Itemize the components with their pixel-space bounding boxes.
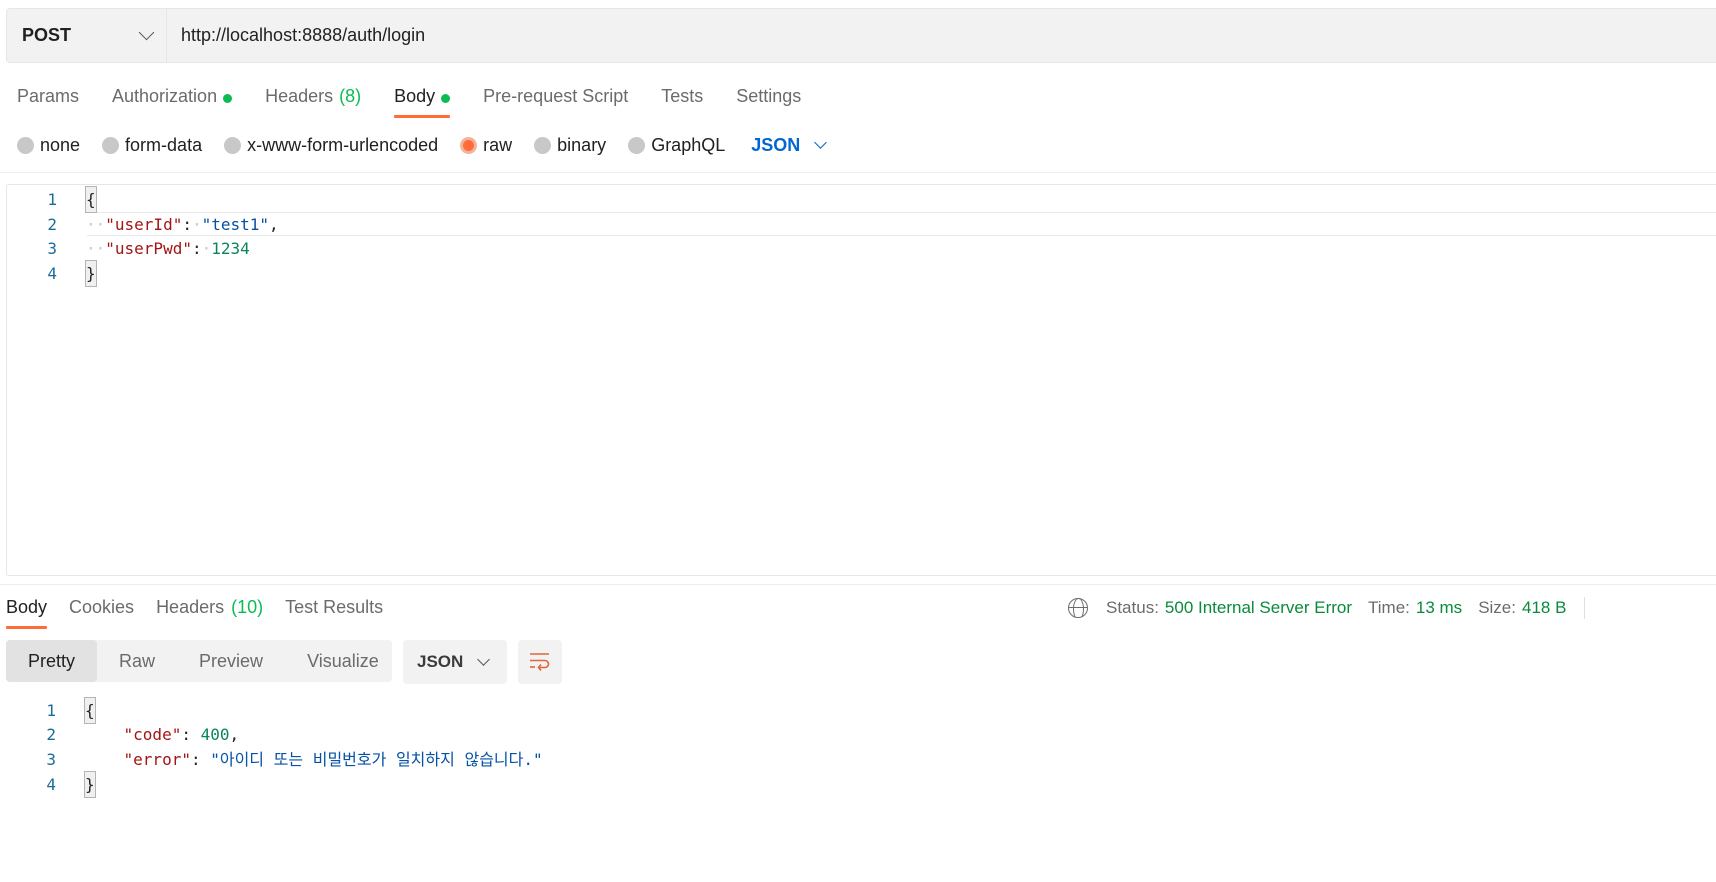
body-type-options: none form-data x-www-form-urlencoded raw… [17, 132, 828, 158]
url-input[interactable]: http://localhost:8888/auth/login [167, 9, 425, 62]
tab-label: Headers [156, 597, 225, 617]
radio-graphql[interactable]: GraphQL [628, 135, 725, 156]
active-line-highlight [87, 212, 1716, 236]
json-value: 400 [200, 725, 230, 744]
radio-label: form-data [125, 134, 203, 155]
radio-raw[interactable]: raw [460, 135, 512, 156]
tab-settings[interactable]: Settings [736, 84, 801, 118]
tab-params[interactable]: Params [17, 84, 79, 118]
radio-icon [628, 136, 646, 154]
json-value: "test1" [201, 215, 270, 234]
open-brace: { [84, 697, 96, 724]
radio-icon [17, 136, 34, 154]
wrap-lines-button[interactable] [518, 640, 562, 684]
status-label: Status: [1106, 598, 1159, 617]
tab-label: Cookies [69, 597, 135, 617]
headers-count: (10) [231, 597, 264, 617]
response-divider [0, 584, 1716, 585]
tab-label: Pre-request Script [483, 86, 629, 106]
response-body-viewer[interactable]: 1 2 3 4 { "code": 400, "error": "아이디 또는 … [6, 697, 1716, 882]
tab-headers[interactable]: Headers (8) [265, 84, 361, 118]
json-key: "userPwd" [105, 239, 192, 258]
tab-authorization[interactable]: Authorization [112, 84, 233, 118]
raw-language-select[interactable]: JSON [751, 134, 828, 156]
tab-test-results[interactable]: Test Results [285, 596, 383, 629]
format-label: JSON [417, 652, 464, 671]
status-value[interactable]: 500 Internal Server Error [1165, 598, 1352, 618]
view-visualize[interactable]: Visualize [285, 640, 401, 682]
tab-response-headers[interactable]: Headers (10) [156, 596, 263, 629]
tab-tests[interactable]: Tests [661, 84, 703, 118]
tab-label: Settings [736, 86, 802, 106]
radio-checked-icon [460, 136, 478, 154]
method-label: POST [22, 25, 72, 45]
tab-label: Test Results [285, 597, 384, 617]
response-tabs: Body Cookies Headers (10) Test Results [6, 596, 405, 629]
response-status-bar: Status: 500 Internal Server Error Time: … [1068, 597, 1586, 619]
line-number: 1 [46, 701, 56, 720]
chevron-down-icon [814, 136, 828, 149]
tab-body[interactable]: Body [394, 84, 451, 118]
radio-form-data[interactable]: form-data [102, 135, 202, 156]
radio-icon [534, 136, 552, 154]
divider [0, 172, 1716, 173]
status-dot-icon [441, 94, 451, 103]
globe-icon[interactable] [1068, 598, 1088, 618]
line-number: 2 [46, 725, 56, 744]
open-brace: { [85, 186, 97, 213]
line-number: 3 [47, 239, 57, 258]
line-number: 3 [46, 750, 56, 769]
json-key: "error" [123, 750, 191, 769]
view-mode-switch: Pretty Raw Preview Visualize [6, 640, 392, 682]
json-value: "아이디 또는 비밀번호가 일치하지 않습니다." [210, 750, 543, 769]
view-raw[interactable]: Raw [97, 640, 177, 682]
json-key: "userId" [105, 215, 183, 234]
time-label: Time: [1368, 598, 1410, 617]
line-number: 1 [47, 190, 57, 209]
close-brace: } [84, 771, 96, 798]
radio-binary[interactable]: binary [534, 135, 606, 156]
size-value[interactable]: 418 B [1522, 598, 1566, 618]
request-tabs: Params Authorization Headers (8) Body Pre… [17, 84, 834, 118]
wrap-lines-icon [530, 653, 550, 672]
view-preview[interactable]: Preview [177, 640, 285, 682]
size-label: Size: [1478, 598, 1516, 617]
radio-icon [102, 136, 120, 154]
tab-label: Body [394, 86, 436, 106]
time-value[interactable]: 13 ms [1416, 598, 1462, 618]
divider [1584, 597, 1586, 619]
radio-label: none [40, 134, 81, 155]
tab-label: Tests [661, 86, 704, 106]
tab-label: Params [17, 86, 80, 106]
radio-label: binary [557, 134, 607, 155]
method-select[interactable]: POST [7, 9, 167, 62]
tab-pre-request-script[interactable]: Pre-request Script [483, 84, 628, 118]
headers-count: (8) [339, 86, 362, 106]
radio-x-www-form-urlencoded[interactable]: x-www-form-urlencoded [224, 135, 438, 156]
line-number: 4 [47, 264, 57, 283]
radio-none[interactable]: none [17, 135, 80, 156]
tab-label: Headers [265, 86, 334, 106]
json-value: 1234 [211, 239, 250, 258]
radio-icon [224, 136, 242, 154]
tab-cookies[interactable]: Cookies [69, 596, 134, 629]
close-brace: } [85, 260, 97, 287]
line-number: 2 [47, 215, 57, 234]
tab-label: Authorization [112, 86, 218, 106]
status-dot-icon [223, 94, 233, 103]
radio-label: GraphQL [651, 134, 726, 155]
chevron-down-icon [138, 24, 155, 41]
chevron-down-icon [477, 653, 490, 666]
language-label: JSON [751, 134, 801, 155]
tab-response-body[interactable]: Body [6, 596, 48, 629]
tab-label: Body [6, 597, 48, 617]
request-url-bar: POST http://localhost:8888/auth/login [6, 8, 1716, 63]
request-body-editor[interactable]: 1 2 3 4 { ··"userId":·"test1", ··"userPw… [6, 184, 1716, 576]
view-pretty[interactable]: Pretty [6, 640, 98, 682]
response-format-select[interactable]: JSON [403, 640, 507, 684]
radio-label: x-www-form-urlencoded [247, 134, 439, 155]
line-number: 4 [46, 775, 56, 794]
json-key: "code" [123, 725, 182, 744]
radio-label: raw [483, 134, 513, 155]
